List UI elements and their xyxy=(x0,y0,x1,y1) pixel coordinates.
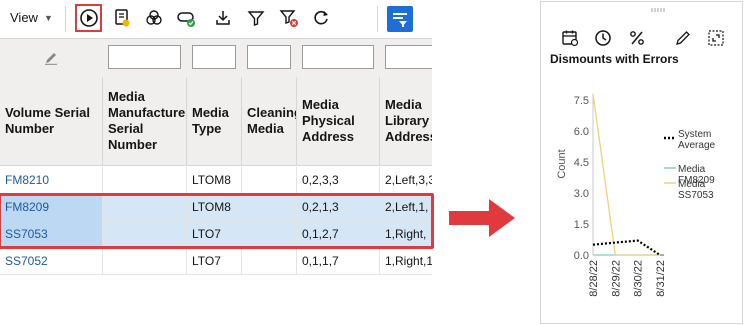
clock-icon[interactable] xyxy=(594,29,612,47)
filter-input-library-address[interactable] xyxy=(385,45,432,69)
manufacturer-serial-cell xyxy=(103,248,187,275)
filter-row xyxy=(0,39,432,78)
column-header-library-address[interactable]: Media Library Address xyxy=(380,77,432,165)
media-type-cell: LTO7 xyxy=(187,248,242,275)
x-tick-label: 8/30/22 xyxy=(633,260,645,297)
y-axis-label: Count xyxy=(556,149,568,178)
percent-icon[interactable] xyxy=(628,29,646,47)
refresh-icon[interactable] xyxy=(310,7,332,29)
x-tick-label: 8/31/22 xyxy=(655,260,667,297)
series-line-2[interactable] xyxy=(592,93,660,256)
run-button-highlight xyxy=(75,4,102,32)
column-header-physical-address[interactable]: Media Physical Address xyxy=(297,77,380,165)
toolbar-separator xyxy=(377,6,378,32)
filter-icon[interactable] xyxy=(245,7,267,29)
expand-icon[interactable] xyxy=(707,29,725,47)
volume-serial-cell[interactable]: FM8210 xyxy=(0,167,103,194)
filter-input-manufacturer[interactable] xyxy=(108,45,181,69)
column-header-manufacturer-serial[interactable]: Media Manufacturer Serial Number xyxy=(103,77,187,165)
y-tick-label: 3.0 xyxy=(574,188,589,200)
view-menu[interactable]: View ▼ xyxy=(10,10,53,25)
column-header-cleaning-media[interactable]: Cleaning Media xyxy=(242,77,297,165)
physical-address-cell: 0,2,3,3 xyxy=(297,167,380,194)
y-tick-label: 1.5 xyxy=(574,219,589,231)
clear-filter-icon[interactable] xyxy=(278,7,300,29)
table-row[interactable]: SS7052 LTO7 0,1,1,7 1,Right,1 xyxy=(0,248,432,275)
filter-input-cleaning[interactable] xyxy=(247,45,291,69)
table-header: Volume Serial Number Media Manufacturer … xyxy=(0,77,432,166)
edit-icon[interactable] xyxy=(44,51,58,70)
chart-title: Dismounts with Errors xyxy=(550,52,679,66)
toggle-icon[interactable] xyxy=(175,7,197,29)
filter-input-physical-address[interactable] xyxy=(302,45,374,69)
manufacturer-serial-cell xyxy=(103,167,187,194)
x-tick-label: 8/28/22 xyxy=(588,260,600,297)
drag-handle-icon[interactable] xyxy=(650,8,666,12)
view-menu-label: View xyxy=(10,10,38,25)
column-header-media-type[interactable]: Media Type xyxy=(187,77,242,165)
y-tick-label: 0.0 xyxy=(574,250,589,262)
library-address-cell: 1,Right,1 xyxy=(385,254,432,268)
media-icon[interactable] xyxy=(111,7,133,29)
column-filter-icon[interactable] xyxy=(387,6,413,32)
legend-label: System Average xyxy=(678,129,716,151)
selected-rows-highlight xyxy=(0,193,434,249)
right-arrow-icon xyxy=(449,199,515,237)
y-tick-label: 7.5 xyxy=(574,95,589,107)
group-icon[interactable] xyxy=(143,7,165,29)
toolbar: View ▼ xyxy=(0,0,432,39)
series-line-0[interactable] xyxy=(592,239,661,256)
pencil-icon[interactable] xyxy=(674,29,692,47)
cleaning-media-cell xyxy=(242,248,297,275)
volume-serial-cell[interactable]: SS7052 xyxy=(0,248,103,275)
chevron-down-icon: ▼ xyxy=(43,12,53,23)
cleaning-media-cell xyxy=(242,167,297,194)
filter-input-media-type[interactable] xyxy=(192,45,236,69)
library-address-cell: 2,Left,3,3 xyxy=(385,173,432,187)
y-tick-label: 4.5 xyxy=(574,157,589,169)
calendar-icon[interactable] xyxy=(561,29,579,47)
physical-address-cell: 0,1,1,7 xyxy=(297,248,380,275)
column-header-volume-serial[interactable]: Volume Serial Number xyxy=(0,77,103,165)
line-chart: 0.0 1.5 3.0 4.5 6.0 7.5 8/28/22 8/29/22 8/30/22… xyxy=(556,93,716,297)
media-type-cell: LTOM8 xyxy=(187,167,242,194)
x-tick-label: 8/29/22 xyxy=(610,260,622,297)
download-icon[interactable] xyxy=(212,7,234,29)
y-tick-label: 6.0 xyxy=(574,126,589,138)
table-row[interactable]: FM8210 LTOM8 0,2,3,3 2,Left,3,3 xyxy=(0,167,432,194)
toolbar-separator xyxy=(65,6,66,32)
